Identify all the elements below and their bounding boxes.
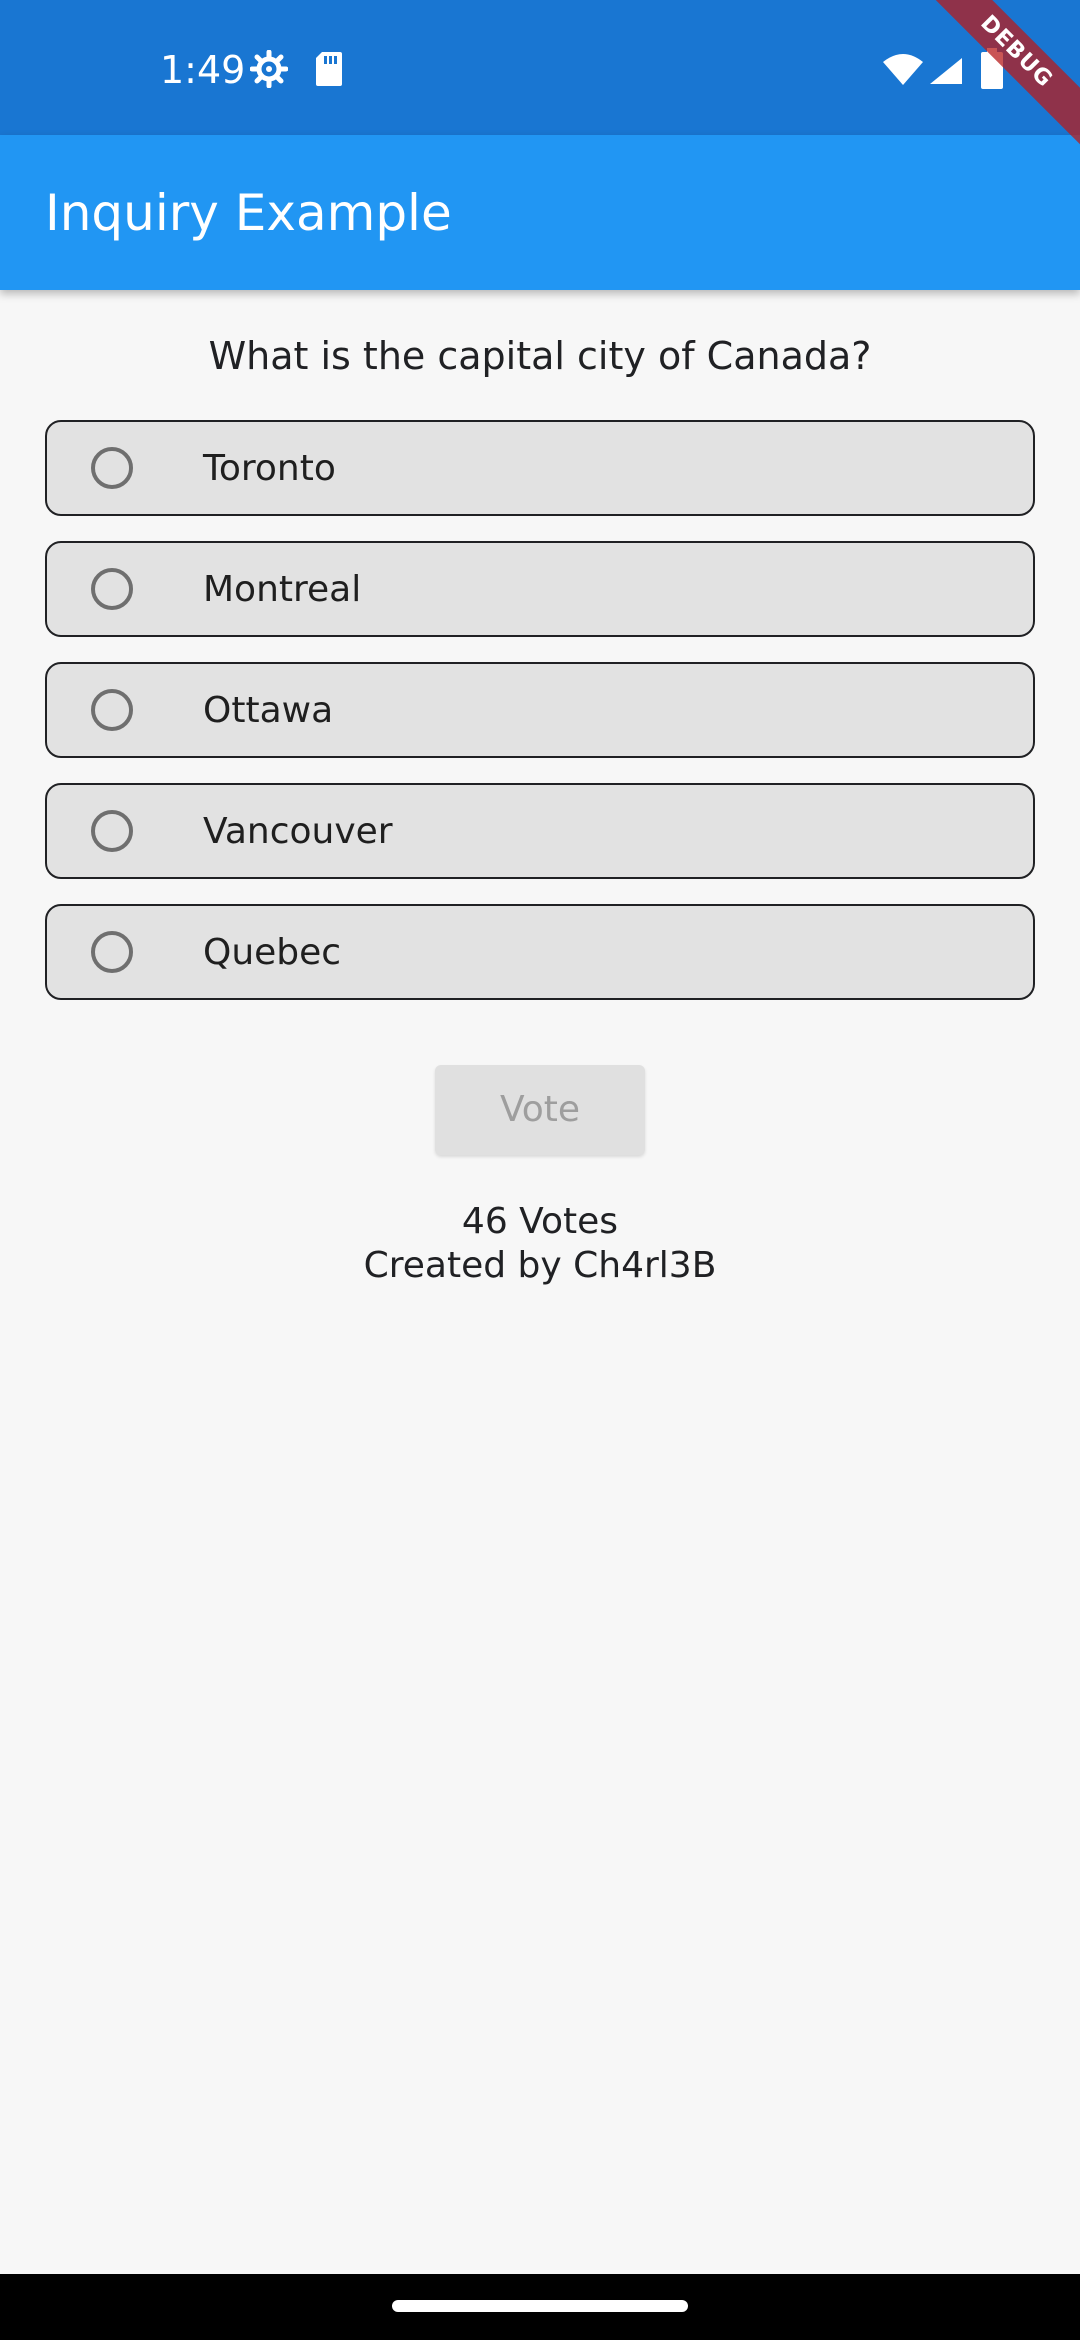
option-label: Ottawa [203,690,334,731]
app-bar: Inquiry Example [0,135,1080,290]
home-indicator[interactable] [392,2300,688,2312]
radio-unchecked-icon[interactable] [91,810,133,852]
creator-credit: Created by Ch4rl3B [363,1245,717,1286]
poll-question: What is the capital city of Canada? [208,334,872,378]
poll-options: Toronto Montreal Ottawa Vancouver Quebec [45,420,1035,1025]
option-toronto[interactable]: Toronto [45,420,1035,516]
option-label: Montreal [203,569,362,610]
battery-icon [981,48,1003,89]
votes-count: 46 Votes [461,1201,619,1242]
option-vancouver[interactable]: Vancouver [45,783,1035,879]
signal-icon [930,58,962,84]
radio-unchecked-icon[interactable] [91,568,133,610]
sd-card-icon [316,52,342,86]
status-bar: 1:49 [0,0,1080,135]
option-quebec[interactable]: Quebec [45,904,1035,1000]
option-ottawa[interactable]: Ottawa [45,662,1035,758]
vote-button[interactable]: Vote [435,1065,645,1155]
option-label: Toronto [203,448,336,489]
option-montreal[interactable]: Montreal [45,541,1035,637]
radio-unchecked-icon[interactable] [91,447,133,489]
navigation-bar [0,2274,1080,2340]
gear-icon [250,50,288,88]
app-title: Inquiry Example [45,184,452,242]
option-label: Quebec [203,932,342,973]
status-time: 1:49 [160,48,246,92]
option-label: Vancouver [203,811,393,852]
radio-unchecked-icon[interactable] [91,931,133,973]
radio-unchecked-icon[interactable] [91,689,133,731]
poll-content: What is the capital city of Canada? Toro… [0,290,1080,2274]
wifi-icon [883,54,923,85]
